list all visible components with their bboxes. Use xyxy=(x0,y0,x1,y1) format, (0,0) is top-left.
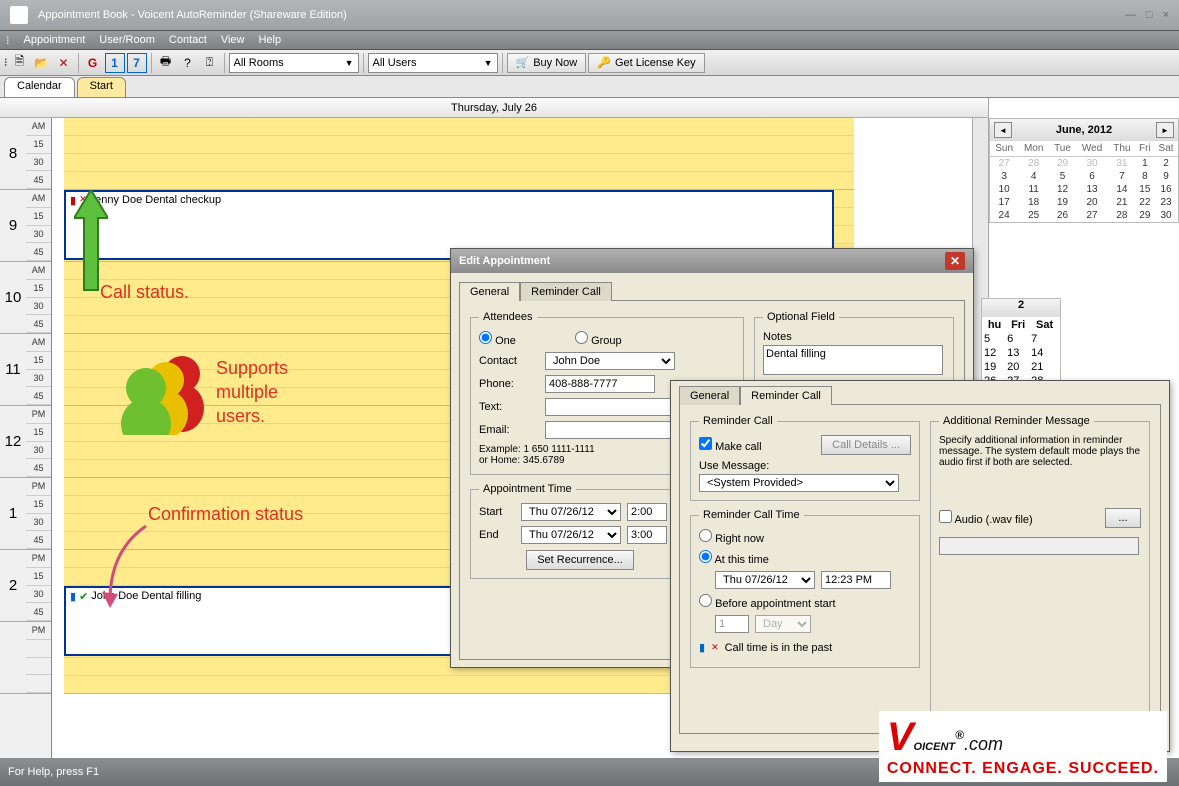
rc-atthis-radio[interactable] xyxy=(699,550,712,563)
mini-calendar-june[interactable]: ◄ June, 2012 ► SunMonTueWedThuFriSat 272… xyxy=(989,118,1179,223)
help-icon[interactable]: ? xyxy=(178,53,198,73)
people-icon xyxy=(118,350,208,435)
annotation-confirmation: Confirmation status xyxy=(148,504,303,525)
annotation-multiuser-3: users. xyxy=(216,406,265,427)
appointment-text: Jenny Doe Dental checkup xyxy=(90,194,221,206)
menu-view[interactable]: View xyxy=(221,34,245,46)
reminder-call-panel: General Reminder Call Reminder Call Make… xyxy=(670,380,1170,752)
menu-help[interactable]: Help xyxy=(258,34,281,46)
audio-checkbox[interactable] xyxy=(939,510,952,523)
browse-audio-button[interactable]: ... xyxy=(1105,508,1141,528)
menu-user-room[interactable]: User/Room xyxy=(99,34,155,46)
tab-general[interactable]: General xyxy=(459,282,520,301)
rc-before-radio[interactable] xyxy=(699,594,712,607)
window-titlebar: Appointment Book - Voicent AutoReminder … xyxy=(0,0,1179,30)
phone-input[interactable] xyxy=(545,375,655,393)
make-call-checkbox[interactable] xyxy=(699,437,712,450)
next-month-button[interactable]: ► xyxy=(1156,122,1174,138)
warning-text: Call time is in the past xyxy=(725,642,833,654)
attendee-group-radio[interactable] xyxy=(575,331,588,344)
menubar: ⁝ Appointment User/Room Contact View Hel… xyxy=(0,30,1179,50)
prev-month-button[interactable]: ◄ xyxy=(994,122,1012,138)
window-title: Appointment Book - Voicent AutoReminder … xyxy=(38,9,347,21)
rc-time-input[interactable] xyxy=(821,571,891,589)
goto-today-icon[interactable]: G xyxy=(83,53,103,73)
day-view-icon[interactable]: 1 xyxy=(105,53,125,73)
close-button[interactable]: × xyxy=(1163,9,1169,21)
tab-reminder-call[interactable]: Reminder Call xyxy=(520,282,612,301)
email-input[interactable] xyxy=(545,421,675,439)
open-icon[interactable]: 📂 xyxy=(32,53,52,73)
attendee-one-radio[interactable] xyxy=(479,331,492,344)
annotation-multiuser-1: Supports xyxy=(216,358,288,379)
tab-start[interactable]: Start xyxy=(77,77,126,97)
end-time-input[interactable] xyxy=(627,526,667,544)
menu-appointment[interactable]: Appointment xyxy=(24,34,86,46)
mini-cal-title: June, 2012 xyxy=(1056,124,1112,136)
delete-icon[interactable]: ✕ xyxy=(54,53,74,73)
new-icon[interactable]: 🗎 xyxy=(10,53,30,73)
person-icon: ▮ xyxy=(70,590,76,603)
tab-calendar[interactable]: Calendar xyxy=(4,77,75,97)
toolbar: ⁝ 🗎 📂 ✕ G 1 7 🖶 ? ⍰ All Rooms▼ All Users… xyxy=(0,50,1179,76)
mini-calendar-july-partial[interactable]: 2 huFriSat 567 121314 192021 262728 xyxy=(981,298,1061,390)
start-date-select[interactable]: Thu 07/26/12 xyxy=(521,503,621,521)
week-view-icon[interactable]: 7 xyxy=(127,53,147,73)
get-license-button[interactable]: 🔑Get License Key xyxy=(588,53,704,73)
call-details-button[interactable]: Call Details ... xyxy=(821,435,911,455)
voicent-logo: VOICENT®.com CONNECT. ENGAGE. SUCCEED. xyxy=(879,711,1167,782)
annotation-call-status: Call status. xyxy=(100,282,189,303)
menu-contact[interactable]: Contact xyxy=(169,34,207,46)
time-column: 8AM153045 9AM153045 10AM153045 11AM15304… xyxy=(0,118,52,758)
contact-select[interactable]: John Doe xyxy=(545,352,675,370)
pink-arrow-icon xyxy=(96,520,156,610)
set-recurrence-button[interactable]: Set Recurrence... xyxy=(526,550,634,570)
dialog-close-button[interactable]: ✕ xyxy=(945,252,965,270)
check-icon: ✔ xyxy=(79,590,88,603)
rc-date-select[interactable]: Thu 07/26/12 xyxy=(715,571,815,589)
start-time-input[interactable] xyxy=(627,503,667,521)
whatsthis-icon[interactable]: ⍰ xyxy=(200,53,220,73)
key-icon: 🔑 xyxy=(597,56,611,69)
tab-reminder-call-2[interactable]: Reminder Call xyxy=(740,386,832,405)
rooms-dropdown[interactable]: All Rooms▼ xyxy=(229,53,359,73)
green-arrow-icon xyxy=(74,190,108,300)
end-date-select[interactable]: Thu 07/26/12 xyxy=(521,526,621,544)
dialog-title: Edit Appointment xyxy=(459,255,550,267)
day-header: Thursday, July 26 xyxy=(0,98,988,118)
rc-now-radio[interactable] xyxy=(699,529,712,542)
rc-before-unit: Day xyxy=(755,615,811,633)
status-text: For Help, press F1 xyxy=(8,766,99,778)
app-icon xyxy=(10,6,28,24)
cart-icon: 🛒 xyxy=(516,56,530,69)
main-tabs: Calendar Start xyxy=(0,76,1179,98)
users-dropdown[interactable]: All Users▼ xyxy=(368,53,498,73)
buy-now-button[interactable]: 🛒Buy Now xyxy=(507,53,587,73)
minimize-button[interactable]: — xyxy=(1125,9,1136,21)
audio-path-input xyxy=(939,537,1139,555)
text-input[interactable] xyxy=(545,398,675,416)
rc-before-num xyxy=(715,615,749,633)
message-select[interactable]: <System Provided> xyxy=(699,474,899,492)
x-icon: ✕ xyxy=(711,642,719,653)
annotation-multiuser-2: multiple xyxy=(216,382,278,403)
person-icon: ▮ xyxy=(699,641,705,654)
tab-general-2[interactable]: General xyxy=(679,386,740,405)
notes-textarea[interactable]: Dental filling xyxy=(763,345,943,375)
print-icon[interactable]: 🖶 xyxy=(156,53,176,73)
additional-msg-text: Specify additional information in remind… xyxy=(939,435,1141,468)
maximize-button[interactable]: □ xyxy=(1146,9,1153,21)
